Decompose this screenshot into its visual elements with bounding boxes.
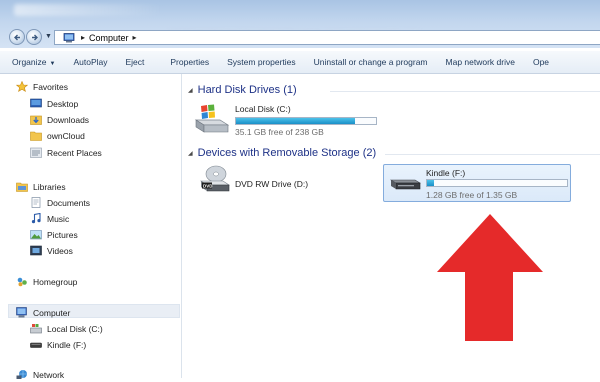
network-icon <box>16 369 28 380</box>
kindle-usage-fill <box>427 180 434 186</box>
removable-drive-icon <box>30 339 42 350</box>
recent-pages-dropdown-icon[interactable]: ▼ <box>45 33 52 40</box>
back-arrow-icon <box>14 34 20 41</box>
local-disk-free-space: 35.1 GB free of 238 GB <box>235 127 324 137</box>
local-disk-icon <box>30 323 42 334</box>
svg-text:DVD: DVD <box>203 184 213 189</box>
kindle-free-space: 1.28 GB free of 1.35 GB <box>426 190 518 200</box>
nav-item-kindle[interactable]: Kindle (F:) <box>30 338 86 351</box>
breadcrumb-computer[interactable]: Computer <box>89 33 129 43</box>
collapse-triangle-icon[interactable]: ◢ <box>188 150 193 157</box>
libraries-icon <box>16 181 28 192</box>
nav-item-libraries[interactable]: Libraries <box>16 180 66 193</box>
chevron-down-icon: ▼ <box>49 61 56 67</box>
removable-drive-icon <box>389 175 422 195</box>
map-network-drive-button[interactable]: Map network drive <box>437 57 524 67</box>
address-bar[interactable]: ▸ Computer ▸ <box>54 30 600 45</box>
homegroup-icon <box>16 276 28 287</box>
navigation-pane: Favorites Desktop Downloads ownCloud Rec… <box>0 74 182 381</box>
music-icon <box>30 212 42 224</box>
star-icon <box>15 80 29 92</box>
pictures-icon <box>30 229 42 240</box>
uninstall-program-button[interactable]: Uninstall or change a program <box>305 57 437 67</box>
nav-item-pictures[interactable]: Pictures <box>30 228 78 241</box>
desktop-icon <box>30 98 42 109</box>
command-bar: Organize ▼ AutoPlay Eject Properties Syst… <box>0 51 600 74</box>
computer-icon <box>63 32 77 43</box>
nav-item-network[interactable]: Network <box>16 368 64 381</box>
nav-item-downloads[interactable]: Downloads <box>30 113 89 126</box>
nav-item-desktop[interactable]: Desktop <box>30 97 78 110</box>
nav-item-homegroup[interactable]: Homegroup <box>16 275 77 288</box>
videos-icon <box>30 245 42 256</box>
kindle-drive-name: Kindle (F:) <box>426 168 466 178</box>
local-disk-name: Local Disk (C:) <box>235 104 291 114</box>
documents-icon <box>30 197 42 208</box>
nav-item-favorites[interactable]: Favorites <box>15 80 68 93</box>
local-disk-usage-fill <box>236 118 355 124</box>
properties-button[interactable]: Properties <box>161 57 218 67</box>
collapse-triangle-icon[interactable]: ◢ <box>188 87 193 94</box>
group-separator <box>385 154 600 155</box>
back-button[interactable] <box>9 29 25 45</box>
nav-item-computer[interactable]: Computer <box>16 306 70 319</box>
recent-places-icon <box>30 147 42 158</box>
breadcrumb-chevron-icon[interactable]: ▸ <box>133 33 137 42</box>
folder-icon <box>30 130 42 141</box>
dvd-drive-icon: DVD <box>199 163 231 195</box>
forward-arrow-icon <box>32 34 38 41</box>
forward-button[interactable] <box>26 29 42 45</box>
window-titlebar: ▼ ▸ Computer ▸ <box>0 0 600 48</box>
nav-item-videos[interactable]: Videos <box>30 244 73 257</box>
open-control-panel-button[interactable]: Ope <box>524 57 558 67</box>
nav-item-music[interactable]: Music <box>30 212 69 225</box>
group-header-removable-storage[interactable]: ◢ Devices with Removable Storage (2) <box>188 147 376 159</box>
nav-item-owncloud[interactable]: ownCloud <box>30 129 85 142</box>
red-up-arrow-annotation <box>437 214 543 341</box>
downloads-folder-icon <box>30 114 42 125</box>
system-properties-button[interactable]: System properties <box>218 57 305 67</box>
group-header-hard-disk-drives[interactable]: ◢ Hard Disk Drives (1) <box>188 84 297 96</box>
dvd-drive-name: DVD RW Drive (D:) <box>235 179 309 189</box>
window-title-blurred <box>14 4 164 16</box>
nav-item-documents[interactable]: Documents <box>30 196 90 209</box>
local-disk-drive-icon <box>194 103 230 137</box>
kindle-usage-bar <box>426 179 568 187</box>
eject-button[interactable]: Eject <box>116 57 153 67</box>
local-disk-usage-bar <box>235 117 377 125</box>
organize-button[interactable]: Organize ▼ <box>0 57 64 67</box>
nav-item-recent-places[interactable]: Recent Places <box>30 146 102 159</box>
breadcrumb-chevron-icon[interactable]: ▸ <box>81 33 85 42</box>
computer-icon <box>16 307 28 318</box>
nav-item-local-disk[interactable]: Local Disk (C:) <box>30 322 103 335</box>
drive-tile-kindle-selected[interactable]: Kindle (F:) 1.28 GB free of 1.35 GB <box>383 164 571 202</box>
group-separator <box>330 91 600 92</box>
autoplay-button[interactable]: AutoPlay <box>64 57 116 67</box>
